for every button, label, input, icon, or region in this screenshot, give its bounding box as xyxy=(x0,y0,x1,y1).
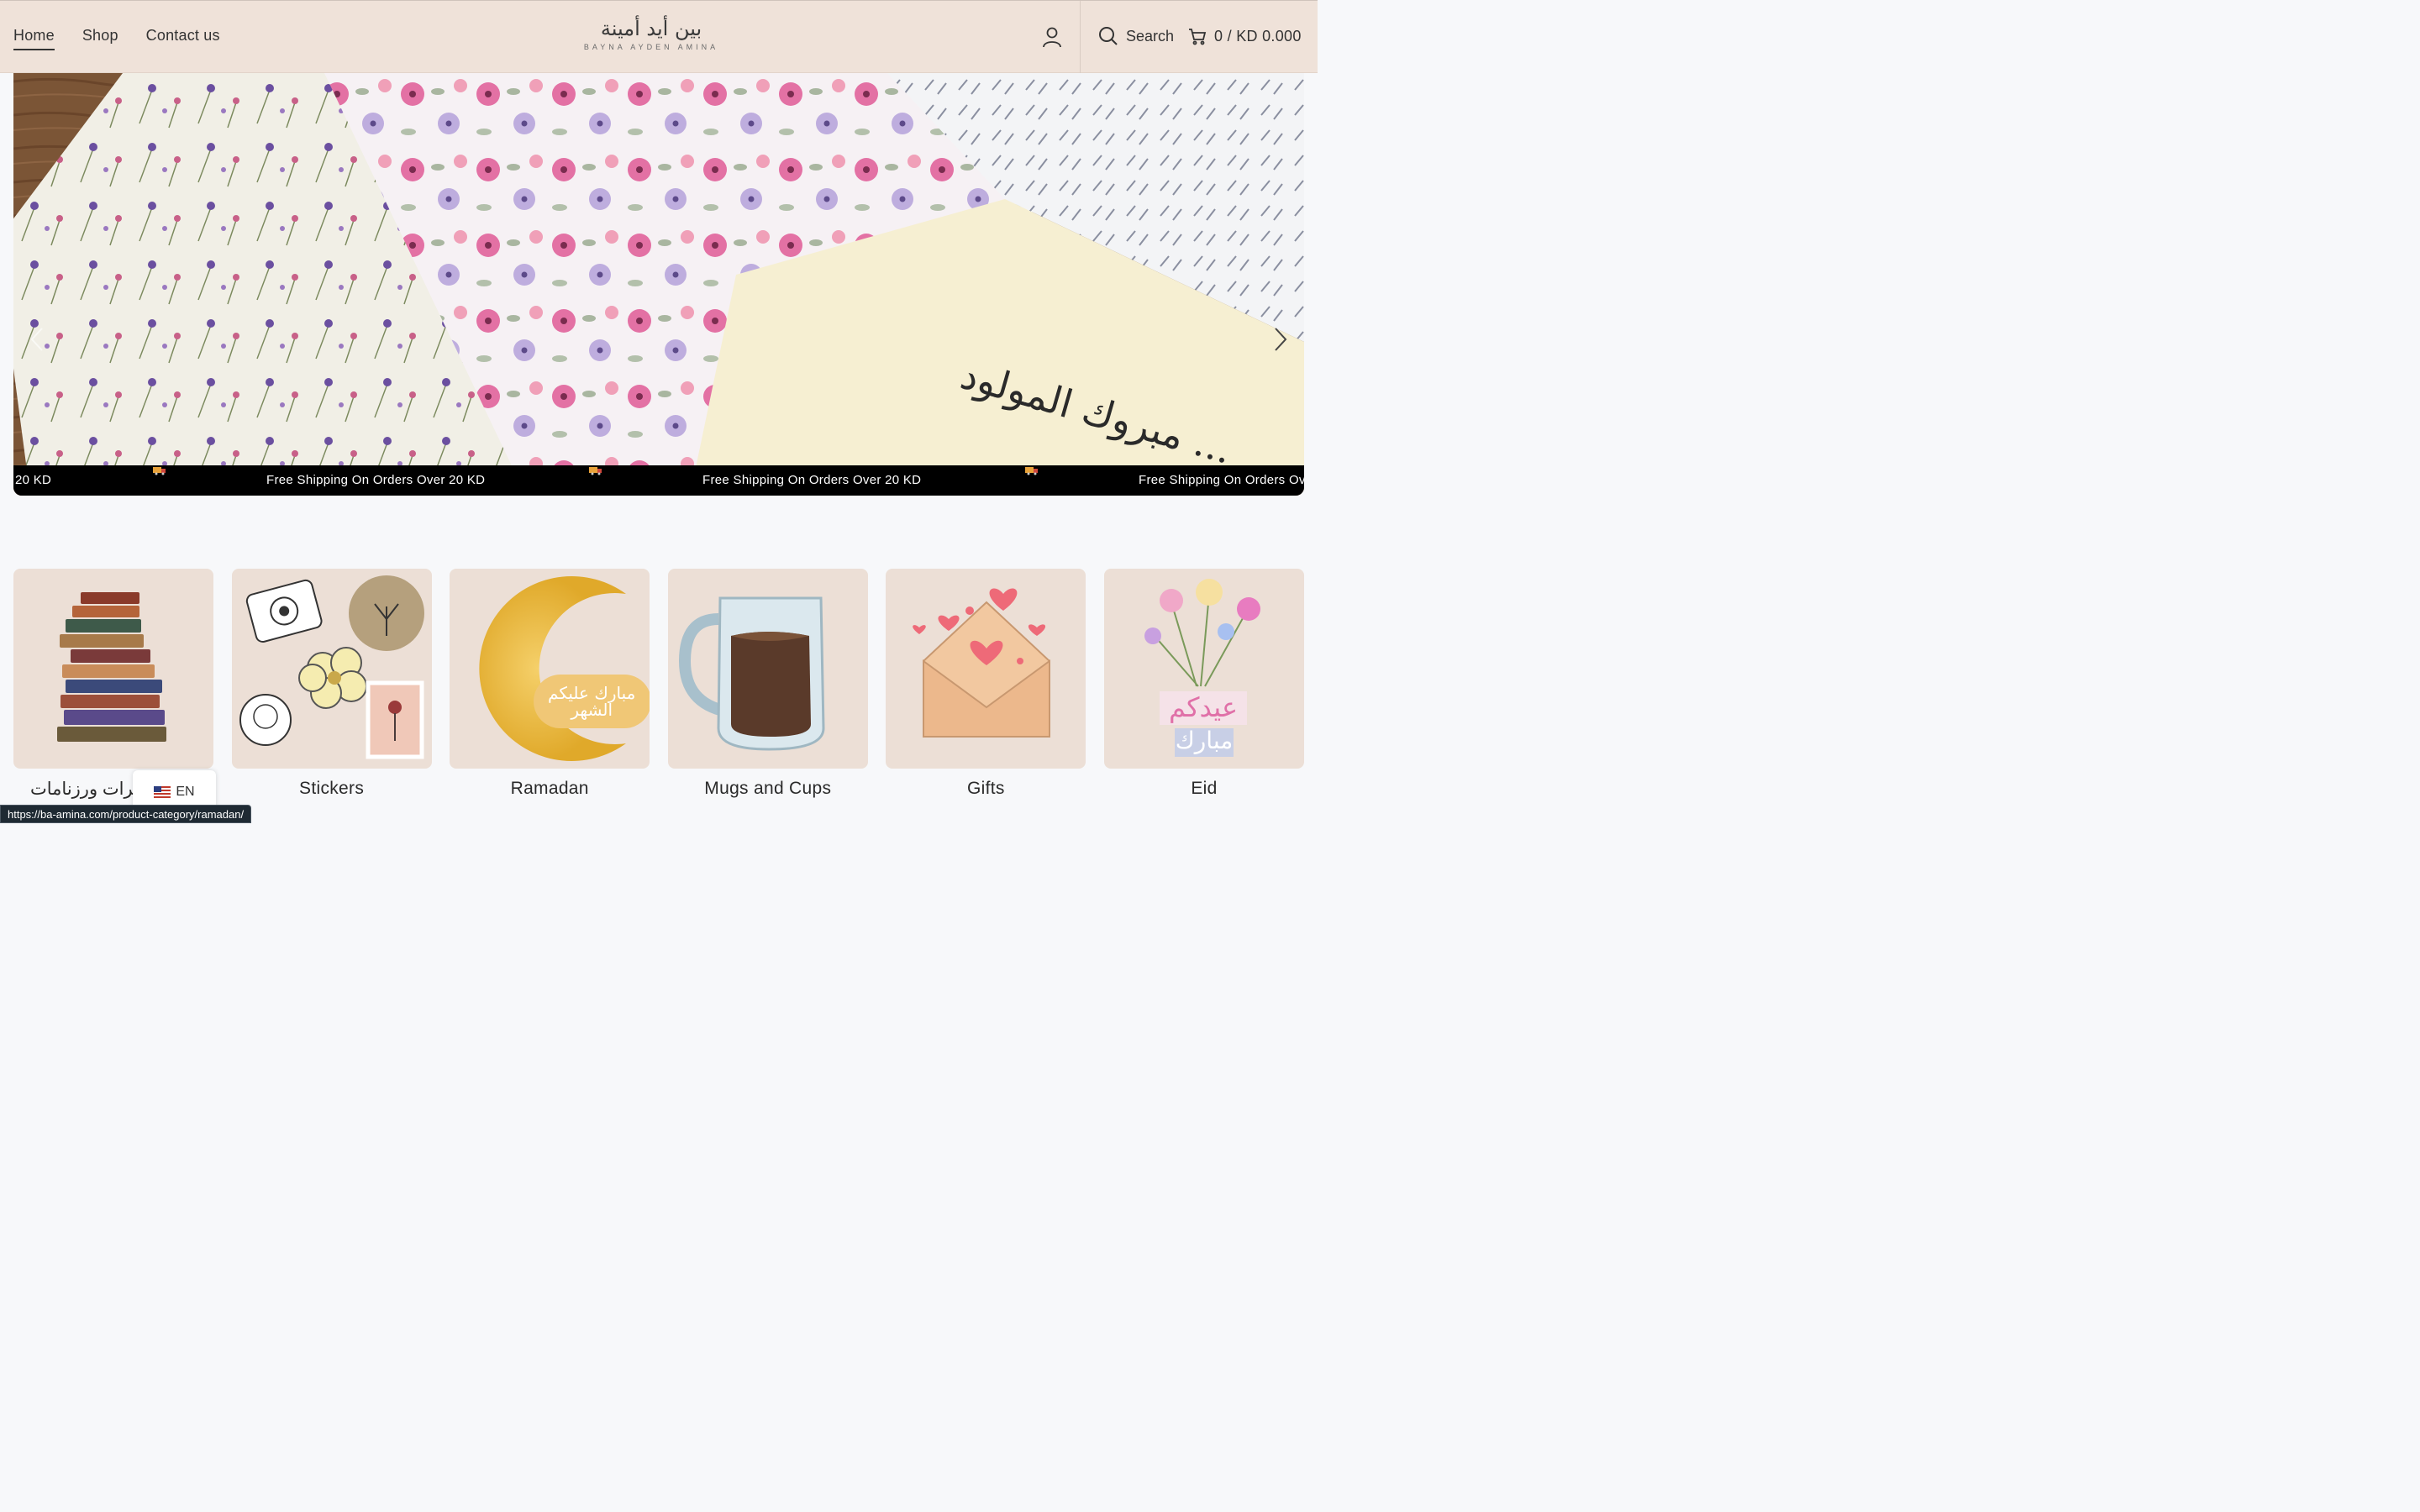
ticker-text: 20 KD xyxy=(15,473,52,487)
slider-prev-arrow[interactable] xyxy=(29,325,45,354)
category-ramadan[interactable]: مبارك عليكم الشهر Ramadan xyxy=(450,569,650,798)
category-tile[interactable]: مبارك عليكم الشهر xyxy=(450,569,650,769)
books-illustration xyxy=(57,592,166,742)
crescent-illustration xyxy=(479,576,650,761)
envelope-hearts-illustration xyxy=(913,588,1051,738)
eid-badge-line1: عيدكم xyxy=(1168,691,1239,723)
nav-contact-us[interactable]: Contact us xyxy=(146,27,220,50)
truck-icon xyxy=(153,467,166,475)
nav-home[interactable]: Home xyxy=(13,27,55,50)
category-tile[interactable] xyxy=(667,569,868,769)
logo-english-text: BAYNA AYDEN AMINA xyxy=(583,43,719,51)
ticker-text: Free Shipping On Orders Over 20 KD xyxy=(266,473,486,487)
category-gifts[interactable]: Gifts xyxy=(886,569,1086,798)
hero-slider: مبروك المولود ... 20 KD Free Shipping On… xyxy=(13,73,1304,496)
account-icon[interactable] xyxy=(1040,25,1064,49)
category-tile[interactable] xyxy=(886,569,1086,769)
truck-icon xyxy=(589,467,602,475)
language-code: EN xyxy=(176,785,195,799)
main-nav: Home Shop Contact us xyxy=(13,27,220,50)
category-notebooks[interactable]: كرات ورزنامات xyxy=(13,569,213,799)
shipping-ticker: 20 KD Free Shipping On Orders Over 20 KD… xyxy=(13,465,1304,496)
search-label: Search xyxy=(1126,27,1175,45)
nav-shop[interactable]: Shop xyxy=(82,27,118,50)
glass-mug-illustration xyxy=(678,596,825,751)
ticker-text: Free Shipping On Orders Ov xyxy=(1139,473,1304,487)
category-mugs-and-cups[interactable]: Mugs and Cups xyxy=(667,569,868,798)
cart-total: 0 / KD 0.000 xyxy=(1214,27,1302,45)
category-label: Eid xyxy=(1191,779,1218,798)
category-label: Ramadan xyxy=(510,779,589,798)
category-label: Gifts xyxy=(967,779,1005,798)
category-stickers[interactable]: Stickers xyxy=(231,569,432,798)
header-divider xyxy=(1080,1,1081,74)
ticker-text: Free Shipping On Orders Over 20 KD xyxy=(702,473,922,487)
ramadan-badge-text: مبارك عليكم الشهر xyxy=(548,683,636,720)
stickers-illustration xyxy=(239,575,424,759)
us-flag-icon xyxy=(154,786,171,798)
category-tile[interactable] xyxy=(231,569,432,769)
category-eid[interactable]: عيدكم مبارك Eid xyxy=(1104,569,1304,798)
search-icon xyxy=(1099,27,1118,45)
eid-badge-line2: مبارك xyxy=(1175,727,1234,754)
browser-status-url: https://ba-amina.com/product-category/ra… xyxy=(0,805,252,823)
logo-arabic-text: بين أيد أمينة xyxy=(600,17,702,40)
site-logo[interactable]: بين أيد أمينة BAYNA AYDEN AMINA xyxy=(580,16,723,58)
cart-icon xyxy=(1189,29,1207,45)
category-tile[interactable] xyxy=(13,569,213,769)
hero-image: مبروك المولود ... xyxy=(13,73,1304,496)
category-label: Stickers xyxy=(299,779,365,798)
category-label: Mugs and Cups xyxy=(704,779,832,798)
category-tile[interactable]: عيدكم مبارك xyxy=(1104,569,1304,769)
site-header: Home Shop Contact us بين أيد أمينة BAYNA… xyxy=(0,0,1318,74)
truck-icon xyxy=(1025,467,1038,475)
cart-button[interactable]: 0 / KD 0.000 xyxy=(1187,26,1302,46)
search-button[interactable]: Search xyxy=(1098,26,1174,46)
slider-next-arrow[interactable] xyxy=(1272,325,1289,354)
